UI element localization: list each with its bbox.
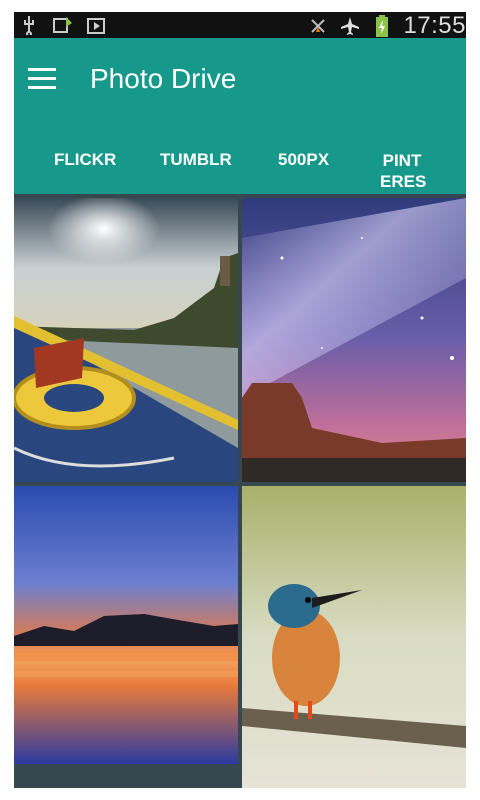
tab-flickr[interactable]: FLICKR <box>54 150 116 170</box>
airplane-mode-icon <box>339 15 361 37</box>
usb-icon <box>18 14 40 36</box>
tab-bar: FLICKR TUMBLR 500PX PINT ERES <box>14 126 466 194</box>
sync-icon <box>52 14 74 36</box>
status-bar: 17:55 <box>14 12 466 39</box>
photo-tile-lake-sunset[interactable] <box>14 486 238 764</box>
tab-tumblr[interactable]: TUMBLR <box>160 150 232 170</box>
photo-tile-milky-way[interactable] <box>242 198 466 482</box>
photo-tile-kingfisher[interactable] <box>242 486 466 788</box>
status-time: 17:55 <box>403 12 466 39</box>
tab-500px[interactable]: 500PX <box>278 150 329 170</box>
hamburger-menu-icon[interactable] <box>28 68 56 90</box>
tab-pinterest[interactable]: PINT ERES <box>380 150 426 192</box>
photo-tile-boat[interactable] <box>14 198 238 482</box>
play-store-icon <box>86 14 108 36</box>
app-title: Photo Drive <box>90 63 237 94</box>
signal-icon <box>307 15 329 37</box>
app-bar: Photo Drive <box>14 38 466 126</box>
battery-charging-icon <box>371 15 393 37</box>
phone-screen: 17:55 Photo Drive FLICKR TUMBLR 500PX PI… <box>14 12 466 788</box>
